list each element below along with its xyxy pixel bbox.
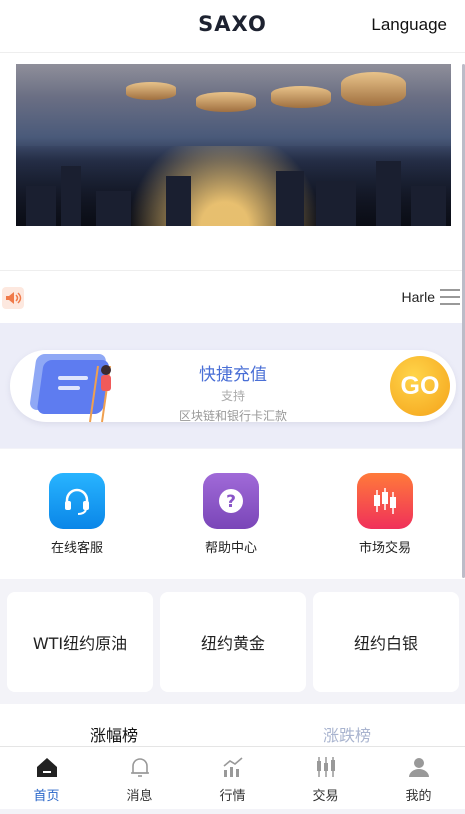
shortcut-label: 市场交易 [358, 541, 411, 556]
bottom-tab-bar: 首页 消息 行情 交易 我的 [0, 746, 465, 809]
recharge-section: 快捷充值 支持 区块链和银行卡汇款 GO [0, 323, 465, 448]
tab-gainers[interactable]: 涨幅榜 [90, 722, 138, 746]
tab-movers[interactable]: 涨跌榜 [323, 722, 371, 746]
recharge-description: 区块链和银行卡汇款 [178, 409, 287, 423]
tab-trade[interactable]: 交易 [279, 755, 372, 804]
candlestick-icon [357, 473, 413, 529]
recharge-title: 快捷充值 [199, 365, 267, 385]
bell-icon [130, 758, 149, 777]
list-icon[interactable] [440, 289, 460, 305]
shortcut-grid: 在线客服 ? 帮助中心 市场交易 [0, 449, 465, 579]
recharge-subtitle: 支持 [220, 389, 245, 403]
shortcut-help-center[interactable]: ? 帮助中心 [181, 473, 281, 556]
tab-label: 交易 [312, 789, 339, 804]
tab-quotes[interactable]: 行情 [186, 755, 279, 804]
tab-label: 我的 [405, 789, 432, 804]
shortcut-market-trade[interactable]: 市场交易 [335, 473, 435, 556]
speaker-icon [2, 287, 24, 309]
tab-label: 行情 [219, 789, 246, 804]
banner-image[interactable] [16, 64, 451, 226]
tab-messages[interactable]: 消息 [93, 755, 186, 804]
tab-home[interactable]: 首页 [0, 755, 93, 804]
market-card-wti[interactable]: WTI纽约原油 [7, 592, 153, 692]
notice-bar[interactable]: Harle [0, 270, 465, 323]
shortcut-label: 在线客服 [50, 541, 103, 556]
notice-text: Harle [401, 289, 435, 305]
top-header: SAXO Language [0, 0, 465, 53]
tab-label: 首页 [33, 789, 60, 804]
rank-tabs: 涨幅榜 涨跌榜 [0, 704, 465, 746]
tab-label: 消息 [126, 789, 153, 804]
user-icon [408, 758, 429, 777]
market-cards: WTI纽约原油 纽约黄金 纽约白银 [0, 580, 465, 703]
market-card-gold[interactable]: 纽约黄金 [160, 592, 306, 692]
market-card-silver[interactable]: 纽约白银 [313, 592, 459, 692]
trade-icon [316, 757, 335, 777]
quick-recharge-card[interactable]: 快捷充值 支持 区块链和银行卡汇款 GO [10, 350, 456, 423]
home-icon [36, 758, 57, 777]
help-icon: ? [203, 473, 259, 529]
headset-icon [49, 473, 105, 529]
shortcut-label: 帮助中心 [204, 541, 257, 556]
chart-icon [222, 757, 243, 777]
go-button[interactable]: GO [390, 356, 450, 416]
svg-text:?: ? [226, 492, 236, 512]
shortcut-online-service[interactable]: 在线客服 [27, 473, 127, 556]
tab-profile[interactable]: 我的 [372, 755, 465, 804]
language-button[interactable]: Language [371, 15, 447, 35]
banner-section [0, 53, 465, 270]
